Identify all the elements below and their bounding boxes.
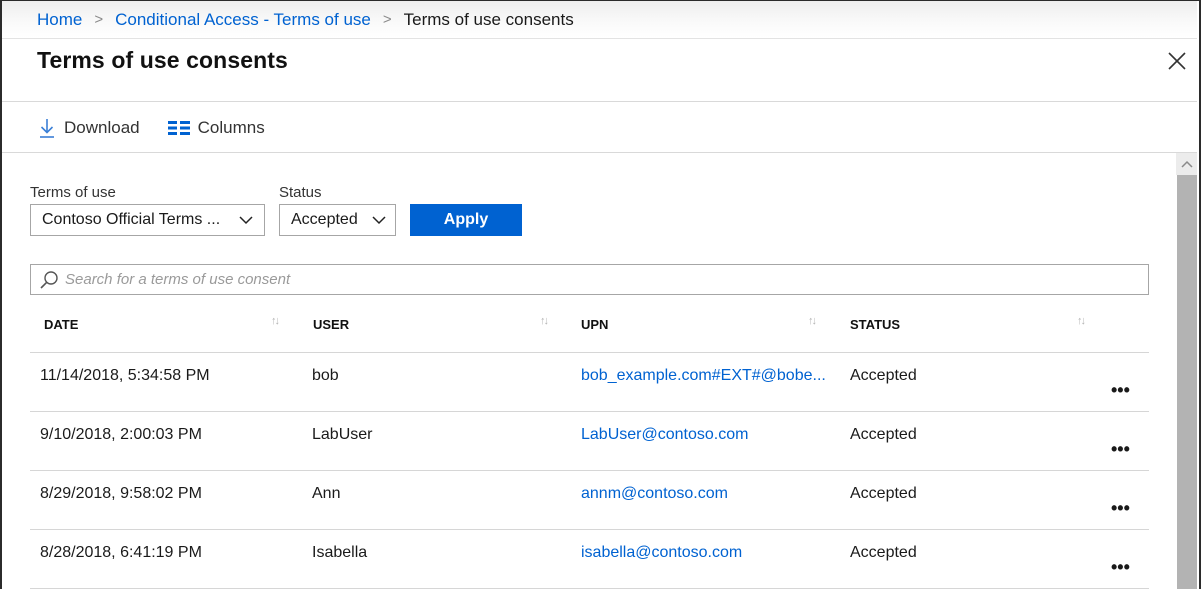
cell-user: Ann [312, 485, 341, 502]
cell-status: Accepted [850, 367, 917, 384]
breadcrumb-separator: > [94, 11, 104, 28]
search-box [30, 264, 1149, 295]
breadcrumb: Home > Conditional Access - Terms of use… [2, 1, 1197, 39]
apply-button[interactable]: Apply [410, 204, 522, 236]
status-value: Accepted [291, 211, 358, 228]
row-divider [30, 411, 1149, 412]
cell-upn-link[interactable]: bob_example.com#EXT#@bobe... [581, 367, 826, 385]
breadcrumb-current: Terms of use consents [403, 9, 574, 29]
search-input[interactable] [65, 271, 1065, 288]
breadcrumb-separator: > [382, 11, 392, 28]
chevron-down-icon [372, 216, 386, 225]
column-header-status[interactable]: STATUS [850, 317, 900, 332]
download-label: Download [64, 118, 140, 137]
sort-icon[interactable]: ↑↓ [808, 315, 817, 327]
cell-date: 8/28/2018, 6:41:19 PM [40, 544, 202, 561]
row-divider [30, 470, 1149, 471]
scrollbar-thumb[interactable] [1177, 175, 1197, 589]
chevron-up-icon [1180, 160, 1193, 168]
download-button[interactable]: Download [38, 117, 140, 139]
cell-upn-link[interactable]: isabella@contoso.com [581, 544, 742, 562]
close-icon [1168, 52, 1186, 70]
cell-upn-link[interactable]: annm@contoso.com [581, 485, 728, 503]
cell-upn-link[interactable]: LabUser@contoso.com [581, 426, 748, 444]
column-header-user[interactable]: USER [313, 317, 349, 332]
cell-date: 11/14/2018, 5:34:58 PM [40, 367, 210, 384]
sort-icon[interactable]: ↑↓ [271, 315, 280, 327]
chevron-down-icon [239, 216, 253, 225]
columns-label: Columns [197, 118, 265, 137]
cell-status: Accepted [850, 426, 917, 443]
header-divider-line [30, 352, 1149, 353]
column-header-upn[interactable]: UPN [581, 317, 608, 332]
breadcrumb-home[interactable]: Home [37, 10, 82, 30]
cell-status: Accepted [850, 485, 917, 502]
columns-icon [167, 121, 190, 135]
column-header-date[interactable]: DATE [44, 317, 78, 332]
cell-date: 9/10/2018, 2:00:03 PM [40, 426, 202, 443]
search-icon [40, 270, 58, 289]
more-actions-button[interactable]: ••• [1111, 558, 1130, 576]
columns-button[interactable]: Columns [167, 118, 265, 138]
sort-icon[interactable]: ↑↓ [1077, 315, 1086, 327]
row-divider [30, 529, 1149, 530]
cell-status: Accepted [850, 544, 917, 561]
terms-of-use-dropdown[interactable]: Contoso Official Terms ... [30, 204, 265, 236]
terms-of-use-label: Terms of use [30, 184, 116, 201]
more-actions-button[interactable]: ••• [1111, 440, 1130, 458]
page-title: Terms of use consents [37, 47, 288, 73]
toolbar-divider [2, 152, 1197, 153]
close-button[interactable] [1166, 50, 1188, 72]
cell-user: bob [312, 367, 339, 384]
header-divider [2, 101, 1197, 102]
cell-user: Isabella [312, 544, 368, 561]
status-label: Status [279, 184, 322, 201]
download-icon [40, 119, 54, 138]
terms-of-use-value: Contoso Official Terms ... [42, 211, 221, 228]
more-actions-button[interactable]: ••• [1111, 381, 1130, 399]
more-actions-button[interactable]: ••• [1111, 499, 1130, 517]
sort-icon[interactable]: ↑↓ [540, 315, 549, 327]
scroll-up-button[interactable] [1176, 153, 1197, 175]
cell-user: LabUser [312, 426, 373, 443]
breadcrumb-conditional-access[interactable]: Conditional Access - Terms of use [115, 10, 371, 30]
toolbar: Download Columns [38, 112, 293, 144]
cell-date: 8/29/2018, 9:58:02 PM [40, 485, 202, 502]
status-dropdown[interactable]: Accepted [279, 204, 396, 236]
